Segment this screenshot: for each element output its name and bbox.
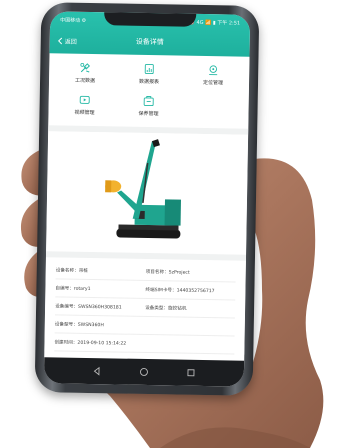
info-device-id: 设备编号：SWSN360H308181 <box>55 303 122 311</box>
info-created-time: 创建时间：2019-09-10 15:14:22 <box>54 339 127 347</box>
report-icon <box>144 64 154 75</box>
app-screen: 中国移动 ⚙ ⏰ 4G 📶 ▮ 下午 2:51 返回 设备详情 工况数据 数据报… <box>43 11 251 387</box>
back-triangle-icon[interactable] <box>92 366 102 376</box>
home-circle-icon[interactable] <box>139 367 149 377</box>
video-icon <box>79 95 90 104</box>
menu-item-label: 视频管理 <box>74 109 95 117</box>
nav-bar: 返回 设备详情 <box>50 27 250 56</box>
menu-item-label: 保养管理 <box>138 110 159 118</box>
location-icon <box>209 65 218 76</box>
info-row: 创建时间：2019-09-10 15:14:22 <box>54 333 235 355</box>
menu-item-label: 定位管理 <box>202 79 224 87</box>
info-device-name: 设备名称：吊桩 <box>55 267 88 274</box>
info-empty <box>145 325 235 327</box>
menu-item-maintenance[interactable]: 保养管理 <box>116 94 180 117</box>
rotary-drill-image <box>105 139 181 239</box>
menu-item-label: 工况数据 <box>74 77 96 85</box>
function-menu: 工况数据 数据报表 定位管理 视频管理 保养管理 <box>48 53 250 135</box>
page-title: 设备详情 <box>135 37 164 47</box>
info-project-name: 项目名称：SzProject <box>145 269 190 276</box>
status-left: 中国移动 ⚙ <box>60 16 87 24</box>
info-empty <box>144 343 234 345</box>
info-self-number: 自编号：rotary1 <box>55 285 91 292</box>
info-device-type: 设备类型：旋挖钻机 <box>145 305 187 312</box>
phone-notch <box>104 11 197 27</box>
equipment-image <box>45 131 249 261</box>
equipment-info: 设备名称：吊桩 项目名称：SzProject 自编号：rotary1 终端SIM… <box>44 257 246 355</box>
menu-item-location[interactable]: 定位管理 <box>181 64 245 87</box>
phone-frame: 中国移动 ⚙ ⏰ 4G 📶 ▮ 下午 2:51 返回 设备详情 工况数据 数据报… <box>34 2 260 396</box>
menu-item-label: 数据报表 <box>138 78 160 86</box>
maintenance-icon <box>143 96 154 107</box>
status-right: ⏰ 4G 📶 ▮ 下午 2:51 <box>188 19 241 27</box>
tools-icon <box>80 62 91 73</box>
info-sim-number: 终端SIM卡号：1440352756717 <box>145 287 215 294</box>
menu-item-video[interactable]: 视频管理 <box>52 93 116 116</box>
menu-item-working-data[interactable]: 工况数据 <box>53 61 117 84</box>
info-device-model: 设备型号：SWSN360H <box>54 321 104 328</box>
system-nav-bar <box>43 357 245 387</box>
recent-apps-icon[interactable] <box>186 368 196 378</box>
menu-item-report[interactable]: 数据报表 <box>117 62 181 85</box>
